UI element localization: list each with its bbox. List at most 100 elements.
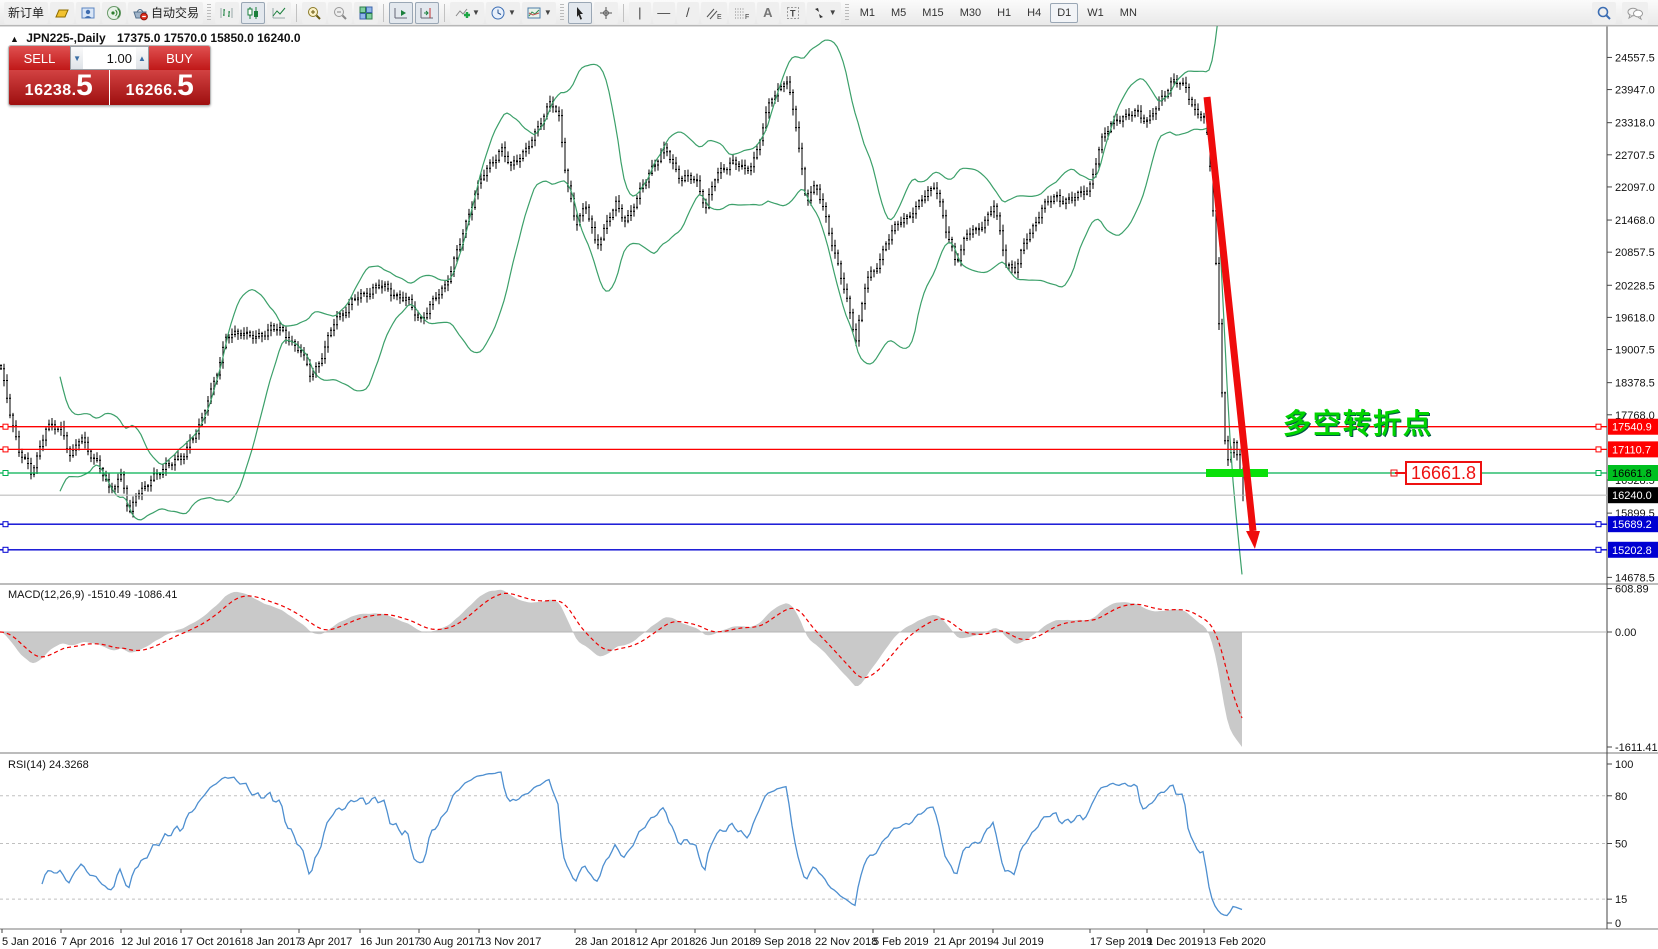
- charts-window-icon[interactable]: [76, 2, 100, 24]
- symbol-period-label: JPN225-,Daily: [26, 31, 105, 45]
- price-badge-label: 15202.8: [1612, 545, 1652, 557]
- line-handle[interactable]: [1596, 471, 1601, 476]
- line-handle[interactable]: [1596, 522, 1601, 527]
- date-axis-label: 21 Apr 2019: [934, 936, 993, 948]
- arrows-caret-icon[interactable]: ▼: [829, 8, 837, 17]
- highlight-segment[interactable]: [1206, 469, 1268, 477]
- price-badge-label: 15689.2: [1612, 519, 1652, 531]
- tile-windows-icon[interactable]: [354, 2, 378, 24]
- auto-scroll-icon[interactable]: [389, 2, 413, 24]
- new-order-label: 新订单: [8, 4, 44, 21]
- signals-icon[interactable]: [102, 2, 126, 24]
- collapse-panel-icon[interactable]: ▲: [10, 34, 19, 44]
- search-icon[interactable]: [1592, 2, 1616, 24]
- line-handle[interactable]: [1596, 547, 1601, 552]
- timeframe-d1-button[interactable]: D1: [1050, 3, 1078, 23]
- timeframe-m15-button[interactable]: M15: [915, 3, 950, 23]
- equidistant-channel-icon[interactable]: E: [701, 2, 727, 24]
- timeframe-m1-button[interactable]: M1: [853, 3, 882, 23]
- volume-increase-button[interactable]: ▲: [136, 47, 148, 69]
- chat-icon[interactable]: [1622, 2, 1648, 24]
- toolbar-grip[interactable]: [560, 4, 564, 22]
- date-axis-label: 17 Sep 2019: [1090, 936, 1152, 948]
- bid-price[interactable]: 16238.5: [9, 70, 110, 105]
- rsi-axis-label: 15: [1615, 894, 1627, 906]
- price-axis-label: 21468.0: [1615, 215, 1655, 227]
- macd-indicator-label: MACD(12,26,9) -1510.49 -1086.41: [8, 589, 177, 601]
- auto-trading-label: 自动交易: [151, 4, 199, 21]
- profiles-icon[interactable]: [50, 2, 74, 24]
- trendline-icon[interactable]: /: [677, 2, 699, 24]
- timeframe-h4-button[interactable]: H4: [1020, 3, 1048, 23]
- timeframe-w1-button[interactable]: W1: [1080, 3, 1111, 23]
- ask-price-dec: 5: [177, 72, 194, 99]
- indicators-caret-icon[interactable]: ▼: [472, 8, 480, 17]
- line-handle[interactable]: [3, 547, 8, 552]
- rsi-axis-label: 0: [1615, 918, 1621, 930]
- price-axis-label: 23318.0: [1615, 118, 1655, 130]
- auto-trading-button[interactable]: 自动交易: [128, 2, 203, 24]
- fibonacci-icon[interactable]: F: [729, 2, 755, 24]
- timeframe-mn-button[interactable]: MN: [1113, 3, 1144, 23]
- date-axis-label: 12 Apr 2018: [636, 936, 695, 948]
- date-axis-label: 5 Feb 2019: [873, 936, 929, 948]
- text-label-icon[interactable]: T: [781, 2, 805, 24]
- date-axis-label: 12 Jul 2016: [121, 936, 178, 948]
- zoom-in-icon[interactable]: [302, 2, 326, 24]
- macd-axis-label: 0.00: [1615, 627, 1636, 639]
- price-axis-label: 22707.5: [1615, 150, 1655, 162]
- date-axis-label: 26 Jun 2018: [695, 936, 756, 948]
- price-axis-label: 19007.5: [1615, 345, 1655, 357]
- bid-price-dec: 5: [76, 72, 93, 99]
- svg-text:E: E: [717, 14, 722, 21]
- timeframe-m30-button[interactable]: M30: [953, 3, 988, 23]
- volume-input[interactable]: [83, 47, 136, 69]
- crosshair-icon[interactable]: [594, 2, 618, 24]
- line-handle[interactable]: [1596, 447, 1601, 452]
- toolbar-grip[interactable]: [845, 4, 849, 22]
- line-handle[interactable]: [1596, 424, 1601, 429]
- turning-point-annotation[interactable]: 多空转折点: [1283, 402, 1433, 442]
- templates-caret-icon[interactable]: ▼: [544, 8, 552, 17]
- templates-icon[interactable]: ▼: [522, 2, 556, 24]
- bar-chart-icon[interactable]: [215, 2, 239, 24]
- date-axis-label: 18 Jan 2017: [241, 936, 302, 948]
- price-axis-label: 20228.5: [1615, 280, 1655, 292]
- periods-caret-icon[interactable]: ▼: [508, 8, 516, 17]
- volume-decrease-button[interactable]: ▼: [71, 47, 83, 69]
- line-handle[interactable]: [3, 424, 8, 429]
- zoom-out-icon[interactable]: [328, 2, 352, 24]
- date-axis-label: 30 Aug 2017: [419, 936, 481, 948]
- date-axis-label: 3 Apr 2017: [299, 936, 352, 948]
- chart-background: [0, 26, 1658, 949]
- new-order-button[interactable]: 新订单: [4, 2, 48, 24]
- price-axis-label: 23947.0: [1615, 85, 1655, 97]
- indicators-add-icon[interactable]: ▼: [450, 2, 484, 24]
- line-chart-icon[interactable]: [267, 2, 291, 24]
- chart-canvas[interactable]: 24557.523947.023318.022707.522097.021468…: [0, 26, 1658, 949]
- periods-icon[interactable]: ▼: [486, 2, 520, 24]
- rsi-axis-label: 100: [1615, 759, 1633, 771]
- level-price-label[interactable]: 16661.8: [1405, 461, 1482, 485]
- line-handle[interactable]: [3, 471, 8, 476]
- one-click-trading-panel: SELL ▼ ▲ BUY 16238.5 16266.5: [8, 45, 211, 106]
- line-handle[interactable]: [3, 447, 8, 452]
- timeframe-m5-button[interactable]: M5: [884, 3, 913, 23]
- chart-shift-icon[interactable]: [415, 2, 439, 24]
- candlestick-chart-icon[interactable]: [241, 2, 265, 24]
- cursor-icon[interactable]: [568, 2, 592, 24]
- horizontal-line-icon[interactable]: —: [653, 2, 675, 24]
- sell-button[interactable]: SELL: [9, 46, 70, 70]
- text-icon[interactable]: A: [757, 2, 779, 24]
- buy-button[interactable]: BUY: [149, 46, 210, 70]
- arrows-tool-icon[interactable]: ▼: [807, 2, 841, 24]
- vertical-line-icon[interactable]: |: [629, 2, 651, 24]
- timeframe-h1-button[interactable]: H1: [990, 3, 1018, 23]
- ask-price[interactable]: 16266.5: [110, 70, 211, 105]
- toolbar-grip[interactable]: [207, 4, 211, 22]
- svg-text:T: T: [790, 8, 796, 18]
- price-axis-label: 18378.5: [1615, 378, 1655, 390]
- price-axis-label: 24557.5: [1615, 52, 1655, 64]
- price-axis-label: 20857.5: [1615, 247, 1655, 259]
- line-handle[interactable]: [3, 522, 8, 527]
